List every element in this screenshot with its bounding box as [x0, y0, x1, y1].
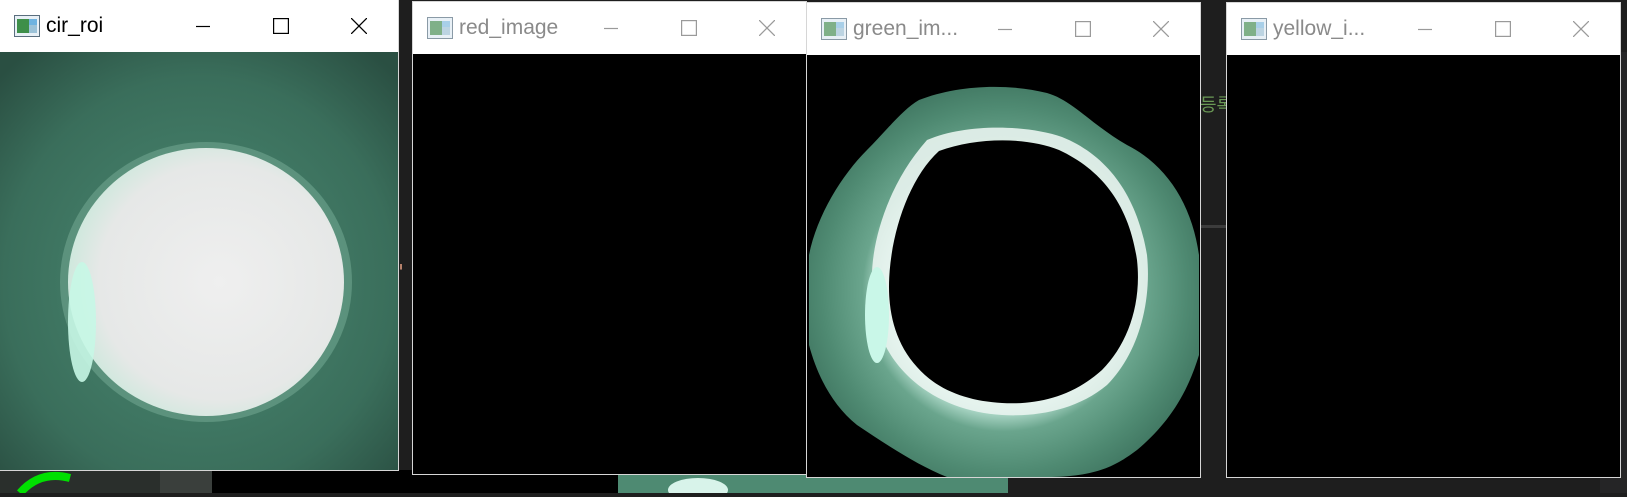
background-image-fragment: [0, 470, 212, 496]
maximize-button[interactable]: [1044, 3, 1122, 55]
app-image-icon: [14, 15, 40, 37]
title-bar[interactable]: red_image: [413, 2, 806, 54]
window-title: cir_roi: [46, 14, 104, 37]
maximize-icon: [681, 20, 697, 36]
close-icon: [759, 20, 775, 36]
app-image-icon: [821, 18, 847, 40]
green-mask-image: [807, 55, 1200, 477]
window-cir-roi[interactable]: cir_roi: [0, 0, 398, 470]
window-green-image[interactable]: green_im...: [807, 3, 1200, 477]
image-canvas: [1227, 55, 1620, 477]
maximize-button[interactable]: [242, 0, 320, 52]
close-icon: [351, 18, 367, 34]
title-bar[interactable]: cir_roi: [0, 0, 398, 52]
minimize-icon: [1418, 28, 1432, 31]
close-button[interactable]: [1122, 3, 1200, 55]
window-title: red_image: [459, 16, 559, 39]
close-icon: [1573, 21, 1589, 37]
close-button[interactable]: [1542, 3, 1620, 55]
maximize-button[interactable]: [650, 2, 728, 54]
maximize-icon: [1075, 21, 1091, 37]
close-button[interactable]: [728, 2, 806, 54]
minimize-button[interactable]: [1386, 3, 1464, 55]
circle-roi-image: [0, 52, 398, 470]
minimize-button[interactable]: [572, 2, 650, 54]
app-image-icon: [1241, 18, 1267, 40]
window-red-image[interactable]: red_image: [413, 2, 806, 474]
window-title: green_im...: [853, 17, 959, 40]
close-button[interactable]: [320, 0, 398, 52]
maximize-icon: [273, 18, 289, 34]
minimize-icon: [604, 27, 618, 30]
minimize-icon: [998, 28, 1012, 31]
image-canvas: [807, 55, 1200, 477]
window-title: yellow_i...: [1273, 17, 1366, 40]
image-canvas: [0, 52, 398, 470]
minimize-button[interactable]: [164, 0, 242, 52]
app-image-icon: [427, 17, 453, 39]
title-bar[interactable]: green_im...: [807, 3, 1200, 55]
image-canvas: [413, 54, 806, 474]
minimize-button[interactable]: [966, 3, 1044, 55]
maximize-icon: [1495, 21, 1511, 37]
minimize-icon: [196, 25, 210, 28]
window-yellow-image[interactable]: yellow_i...: [1227, 3, 1620, 477]
close-icon: [1153, 21, 1169, 37]
title-bar[interactable]: yellow_i...: [1227, 3, 1620, 55]
maximize-button[interactable]: [1464, 3, 1542, 55]
